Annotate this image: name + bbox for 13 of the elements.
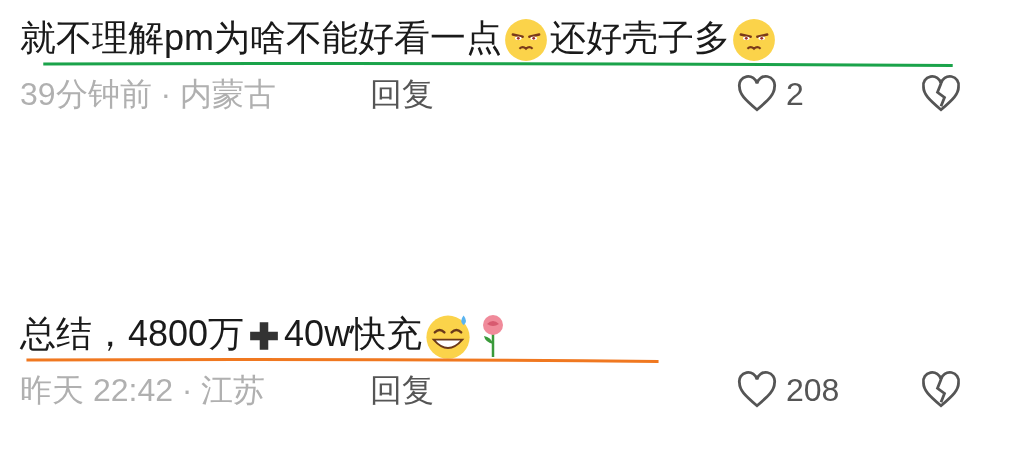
reply-button[interactable]: 回复 bbox=[370, 366, 434, 415]
like-count: 208 bbox=[786, 371, 840, 411]
reply-button[interactable]: 回复 bbox=[370, 70, 434, 118]
smirking-face-icon bbox=[504, 18, 548, 63]
smirking-face-icon bbox=[732, 18, 776, 63]
comment-meta: 39分钟前 · 内蒙古 bbox=[20, 75, 278, 114]
comment-text: 总结，4800万 bbox=[20, 313, 245, 354]
like-count: 2 bbox=[786, 75, 804, 114]
comment-text: 40w快充 bbox=[284, 313, 423, 354]
comment-text: 还好壳子多 bbox=[550, 17, 730, 58]
plus-icon bbox=[248, 320, 281, 353]
comment-text: 就不理解pm为啥不能好看一点 bbox=[20, 17, 502, 58]
comment-meta: 昨天 22:42 · 江苏 bbox=[20, 371, 267, 411]
